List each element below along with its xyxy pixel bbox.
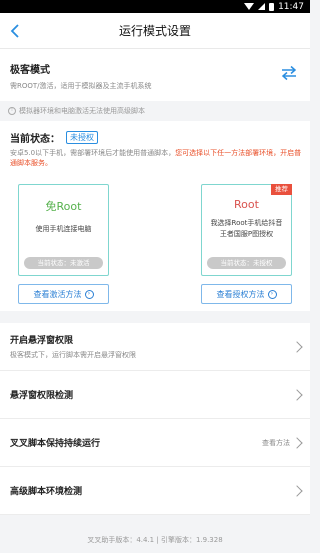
root-card-title: Root [234,198,259,211]
status-bar: 11:47 [0,0,310,13]
view-activation-method-label: 查看激活方法 [33,289,82,299]
navbar: 运行模式设置 [0,13,310,49]
settings-row-subtitle: 极客模式下，运行脚本需开启悬浮窗权限 [10,351,136,359]
status-label: 当前状态： [10,134,60,145]
recommend-badge: 推荐 [271,184,292,195]
page-title: 运行模式设置 [118,24,191,38]
no-root-card-description: 使用手机连接电脑 [35,225,92,233]
notice-text: 模拟器环境和电脑激活无法使用高级脚本 [19,107,145,115]
arrow-right-circle-icon: › [267,289,277,299]
status-time: 11:47 [278,1,304,12]
no-root-card[interactable]: 免Root 使用手机连接电脑 当前状态：未激活 [18,184,109,276]
no-root-card-title: 免Root [45,200,82,213]
root-card-state: 当前状态：未授权 [207,257,286,269]
status-badge: 未授权 [66,131,98,144]
arrow-right-circle-icon: › [84,289,94,299]
info-icon: ! [8,107,16,115]
status-section: 当前状态： 未授权 安卓5.0以下手机，需部署环境后才能使用普通脚本，您可选择以… [0,121,310,311]
view-method-link[interactable]: 查看方法 [262,438,290,448]
root-card-description: 我选择Root手机给抖音王者国服P图授权 [210,219,283,238]
no-root-card-state: 当前状态：未激活 [24,257,103,269]
battery-icon [269,2,275,11]
status-description: 安卓5.0以下手机，需部署环境后才能使用普通脚本，您可选择以下任一方法部署环境，… [10,148,305,168]
back-arrow-icon [10,24,19,38]
settings-row-title: 悬浮窗权限检测 [10,391,74,401]
geek-mode-description: 需ROOT/激活，适用于模拟器及主流手机系统 [10,82,152,90]
view-activation-method-button[interactable]: 查看激活方法 › [18,284,109,304]
switch-mode-icon[interactable] [280,65,298,81]
geek-mode-title: 极客模式 [10,65,50,76]
settings-row-title: 开启悬浮窗权限 [10,336,74,346]
back-button[interactable] [5,21,25,41]
settings-row-advanced-check[interactable]: 高级脚本环境检测 [0,467,310,515]
view-authorization-method-label: 查看授权方法 [216,289,265,299]
settings-row-title: 高级脚本环境检测 [10,487,83,497]
root-card[interactable]: 推荐 Root 我选择Root手机给抖音王者国服P图授权 当前状态：未授权 [201,184,292,276]
signal-icon [258,3,266,10]
geek-mode-section[interactable]: 极客模式 需ROOT/激活，适用于模拟器及主流手机系统 [0,49,310,101]
notice-bar: ! 模拟器环境和电脑激活无法使用高级脚本 [0,101,310,121]
settings-row-floating-check[interactable]: 悬浮窗权限检测 [0,371,310,419]
view-authorization-method-button[interactable]: 查看授权方法 › [201,284,292,304]
status-description-plain: 安卓5.0以下手机，需部署环境后才能使用普通脚本， [10,149,176,157]
settings-row-keep-running[interactable]: 叉叉脚本保持持续运行 查看方法 [0,419,310,467]
version-footer: 叉叉助手版本：4.4.1 | 引擎版本：1.9.328 [87,536,223,544]
settings-list: 开启悬浮窗权限 极客模式下，运行脚本需开启悬浮窗权限 悬浮窗权限检测 叉叉脚本保… [0,323,310,515]
wifi-icon [244,3,255,10]
settings-row-floating-window[interactable]: 开启悬浮窗权限 极客模式下，运行脚本需开启悬浮窗权限 [0,323,310,371]
